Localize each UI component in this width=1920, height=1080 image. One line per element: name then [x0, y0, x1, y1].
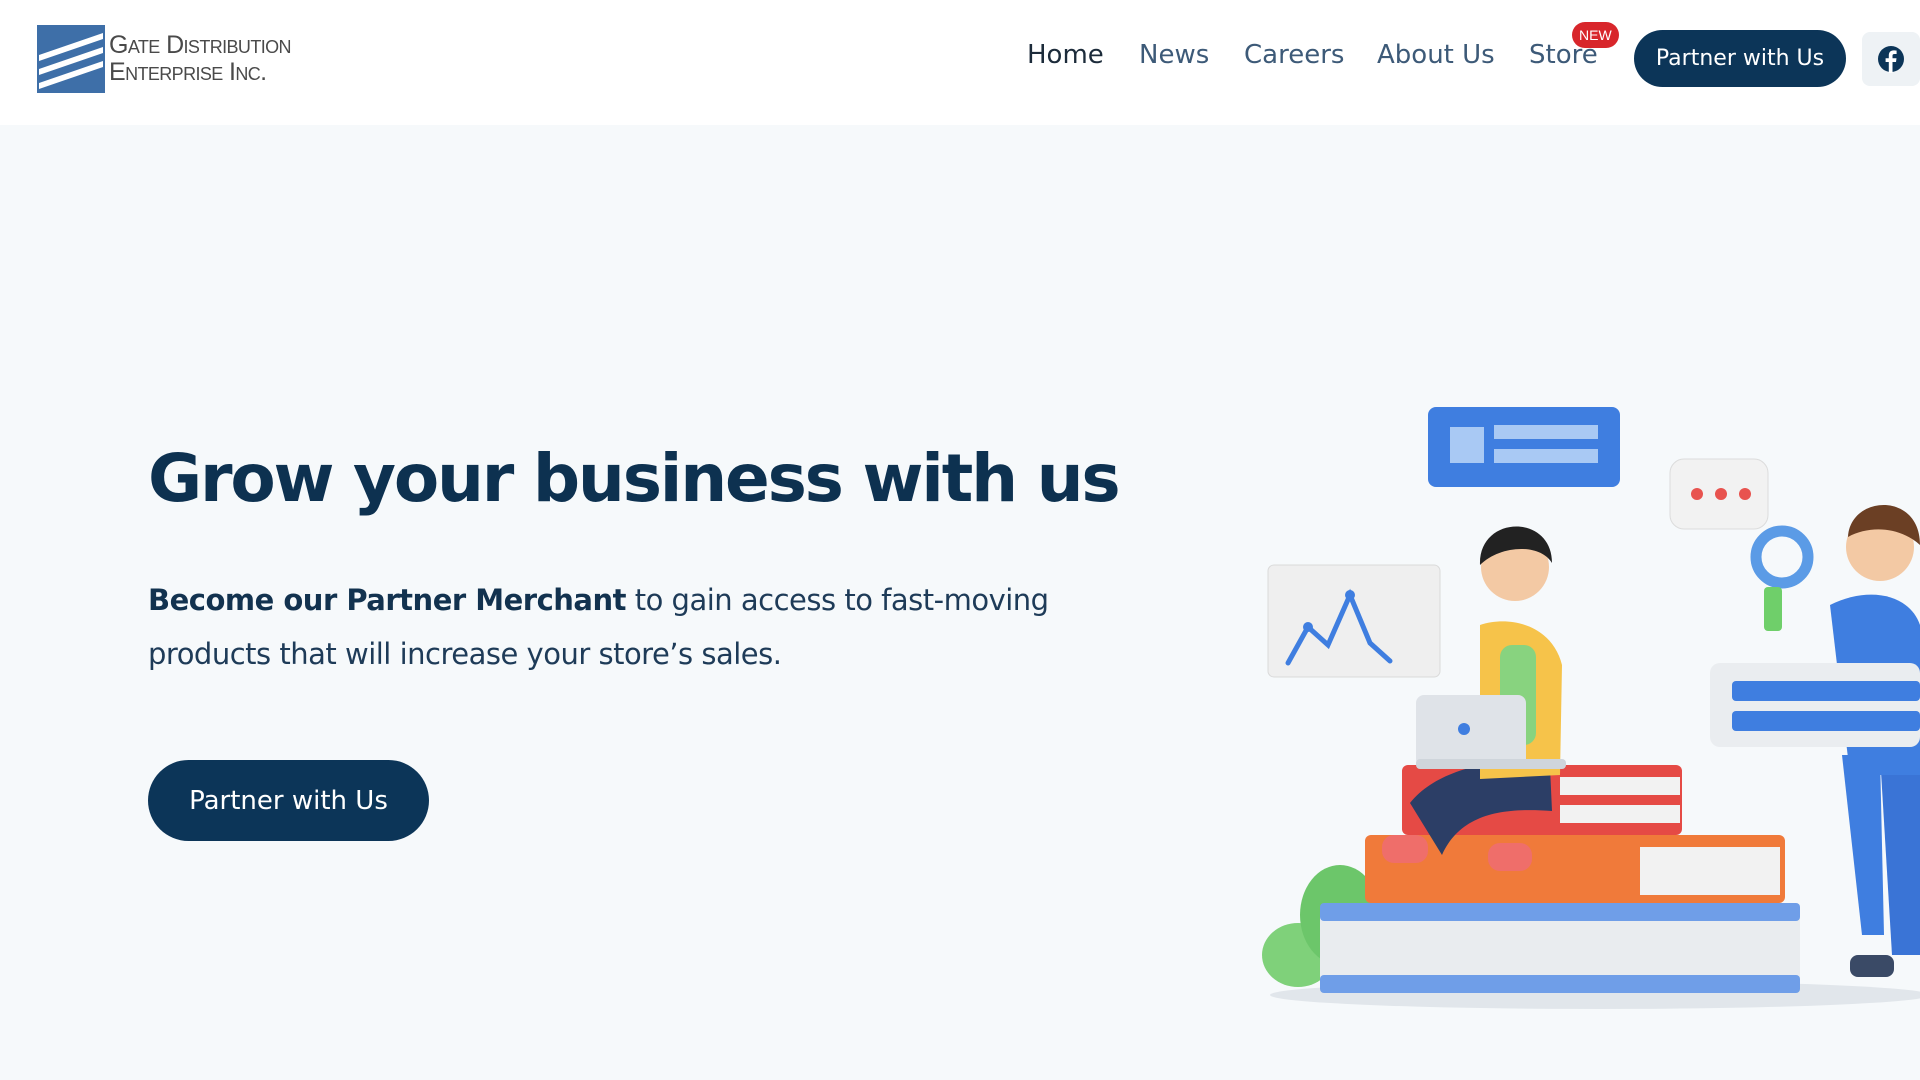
books-stack-icon	[1320, 765, 1800, 993]
nav-careers[interactable]: Careers	[1244, 40, 1344, 70]
facebook-link[interactable]	[1862, 32, 1920, 86]
logo-line-1: Gate Distribution	[109, 31, 292, 59]
hero-description-bold: Become our Partner Merchant	[148, 583, 627, 617]
nav-about-us[interactable]: About Us	[1377, 40, 1495, 70]
new-badge: NEW	[1572, 22, 1619, 48]
profile-card-icon	[1428, 407, 1620, 487]
logo-wordmark: Gate Distribution Enterprise Inc.	[109, 31, 292, 86]
site-header: Gate Distribution Enterprise Inc. Home N…	[0, 0, 1920, 125]
logo-line-2: Enterprise Inc.	[109, 58, 267, 86]
logo-stripes-icon	[37, 25, 105, 93]
company-logo[interactable]: Gate Distribution Enterprise Inc.	[37, 25, 317, 93]
header-partner-button[interactable]: Partner with Us	[1634, 30, 1846, 87]
hero-illustration	[1180, 395, 1920, 1015]
hero-description: Become our Partner Merchant to gain acce…	[148, 573, 1088, 681]
hero-title: Grow your business with us	[148, 440, 1121, 517]
facebook-icon	[1878, 46, 1904, 73]
chart-panel-icon	[1267, 564, 1441, 678]
hero-partner-button[interactable]: Partner with Us	[148, 760, 429, 841]
chat-bubble-icon	[1669, 458, 1769, 530]
nav-news[interactable]: News	[1139, 40, 1209, 70]
nav-home[interactable]: Home	[1027, 40, 1104, 70]
magnifier-icon	[1750, 525, 1814, 631]
